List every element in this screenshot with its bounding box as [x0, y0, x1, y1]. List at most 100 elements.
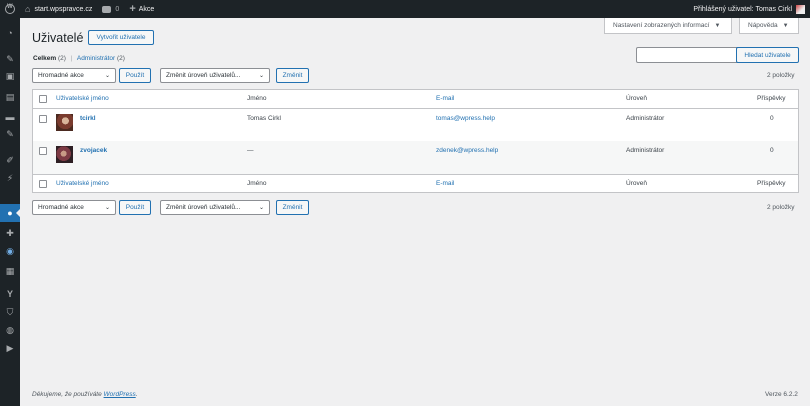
add-new-user-button[interactable]: Vytvořit uživatele — [88, 30, 154, 45]
user-avatar — [56, 114, 73, 131]
user-role: Administrátor — [626, 115, 665, 122]
plugins-icon[interactable]: ⚡ — [4, 172, 16, 184]
screen-options-tab[interactable]: Nastavení zobrazených informací ▼ — [604, 18, 732, 34]
appearance-icon[interactable]: ✐ — [4, 154, 16, 166]
filter-admin-link[interactable]: Administrátor — [77, 55, 115, 62]
users-icon[interactable]: ● — [4, 207, 16, 219]
home-icon: ⌂ — [25, 4, 31, 14]
d-plugin-icon[interactable]: ◍ — [4, 324, 16, 336]
user-email-link[interactable]: zdenek@wpress.help — [436, 147, 498, 154]
account-avatar — [796, 4, 805, 14]
wp-logo-menu[interactable] — [0, 0, 20, 18]
caret-down-icon: ▼ — [782, 22, 789, 29]
comments-icon[interactable]: ▬ — [4, 111, 16, 123]
tools-icon[interactable]: ✚ — [4, 227, 16, 239]
bulk-action-label: Hromadné akce — [38, 72, 84, 79]
chevron-down-icon: ⌄ — [104, 205, 110, 211]
bulk-action-select-bottom[interactable]: Hromadné akce ⌄ — [32, 200, 116, 215]
help-tab[interactable]: Nápověda ▼ — [739, 18, 799, 34]
account-greeting: Přihlášený uživatel: Tomas Cirkl — [693, 5, 792, 13]
plus-icon: + — [129, 2, 136, 15]
user-role: Administrátor — [626, 147, 665, 154]
column-username-footer[interactable]: Uživatelské jméno — [56, 180, 109, 187]
posts-pin-icon[interactable]: ✎ — [4, 53, 16, 65]
footer-version: Verze 6.2.2 — [765, 391, 798, 398]
table-row: tcirkl Tomas Cirkl tomas@wpress.help Adm… — [33, 109, 798, 141]
pages-icon[interactable]: ▤ — [4, 91, 16, 103]
user-full-name: — — [247, 147, 254, 154]
new-content-label: Akce — [138, 5, 155, 13]
footer-thanks-prefix: Děkujeme, že používáte — [32, 391, 102, 398]
comments-link[interactable]: 0 — [97, 0, 124, 18]
shield-icon[interactable]: ⛉ — [4, 306, 16, 318]
select-all-checkbox-bottom[interactable] — [39, 180, 47, 188]
bulk-action-select-top[interactable]: Hromadné akce ⌄ — [32, 68, 116, 83]
column-email-footer[interactable]: E-mail — [436, 180, 454, 187]
new-content-menu[interactable]: + Akce — [124, 0, 159, 18]
my-account-menu[interactable]: Přihlášený uživatel: Tomas Cirkl — [688, 0, 810, 18]
select-all-checkbox[interactable] — [39, 95, 47, 103]
user-posts-count[interactable]: 0 — [770, 147, 774, 154]
dashboard-icon[interactable]: ◔ — [4, 27, 16, 39]
footer-thanks: Děkujeme, že používáte WordPress. — [32, 391, 138, 398]
site-name: start.wpspravce.cz — [34, 5, 93, 13]
filter-all-count: (2) — [57, 55, 66, 62]
column-username-header[interactable]: Uživatelské jméno — [56, 95, 109, 102]
wordpress-logo-icon — [5, 4, 15, 14]
wordpress-link[interactable]: WordPress — [104, 391, 136, 398]
row-checkbox[interactable] — [39, 115, 47, 123]
admin-sidebar: ◔ ✎ ▣ ▤ ▬ ✎ ✐ ⚡ ● ✚ ◉ ▦ Y ⛉ ◍ ▶ — [0, 18, 20, 406]
apply-button-bottom[interactable]: Použít — [119, 200, 151, 215]
comment-bubble-icon — [102, 5, 112, 13]
column-posts-header: Příspěvky — [757, 95, 786, 102]
settings-icon[interactable]: ◉ — [4, 245, 16, 257]
comments-count: 0 — [115, 5, 120, 13]
main-content: Nastavení zobrazených informací ▼ Nápově… — [20, 18, 810, 406]
user-posts-count[interactable]: 0 — [770, 115, 774, 122]
change-role-button-bottom[interactable]: Změnit — [276, 200, 309, 215]
column-role-footer: Úroveň — [626, 180, 647, 187]
site-name-link[interactable]: ⌂ start.wpspravce.cz — [20, 0, 97, 18]
chevron-down-icon: ⌄ — [258, 73, 264, 79]
change-role-select-top[interactable]: Změnit úroveň uživatelů... ⌄ — [160, 68, 270, 83]
play-icon[interactable]: ▶ — [4, 342, 16, 354]
filter-separator: | — [70, 55, 73, 62]
user-full-name: Tomas Cirkl — [247, 115, 281, 122]
apply-button-top[interactable]: Použít — [119, 68, 151, 83]
column-email-header[interactable]: E-mail — [436, 95, 454, 102]
user-avatar — [56, 146, 73, 163]
change-role-button-top[interactable]: Změnit — [276, 68, 309, 83]
chevron-down-icon: ⌄ — [104, 73, 110, 79]
screen-options-label: Nastavení zobrazených informací — [613, 22, 710, 29]
table-header-row: Uživatelské jméno Jméno E-mail Úroveň Př… — [33, 90, 798, 109]
footer-thanks-suffix: . — [135, 391, 138, 398]
role-filter-links: Celkem (2) | Administrátor (2) — [33, 55, 125, 62]
items-count-bottom: 2 položky — [767, 204, 795, 211]
row-checkbox[interactable] — [39, 147, 47, 155]
change-role-label: Změnit úroveň uživatelů... — [166, 72, 241, 79]
table-row: zvojacek — zdenek@wpress.help Administrá… — [33, 141, 798, 174]
change-role-label: Změnit úroveň uživatelů... — [166, 204, 241, 211]
caret-down-icon: ▼ — [714, 22, 721, 29]
media-icon[interactable]: ▣ — [4, 70, 16, 82]
column-name-footer: Jméno — [247, 180, 267, 187]
column-name-header: Jméno — [247, 95, 267, 102]
help-label: Nápověda — [748, 22, 778, 29]
username-link[interactable]: tcirkl — [80, 115, 96, 122]
column-role-header: Úroveň — [626, 95, 647, 102]
yoast-icon[interactable]: Y — [4, 288, 16, 300]
user-email-link[interactable]: tomas@wpress.help — [436, 115, 495, 122]
custom-pin-icon[interactable]: ✎ — [4, 128, 16, 140]
admin-bar: ⌂ start.wpspravce.cz 0 + Akce Přihlášený… — [0, 0, 810, 18]
column-posts-footer: Příspěvky — [757, 180, 786, 187]
change-role-select-bottom[interactable]: Změnit úroveň uživatelů... ⌄ — [160, 200, 270, 215]
page-title: Uživatelé — [32, 31, 84, 45]
username-link[interactable]: zvojacek — [80, 147, 107, 154]
table-footer-row: Uživatelské jméno Jméno E-mail Úroveň Př… — [33, 174, 798, 193]
search-users-button[interactable]: Hledat uživatele — [736, 47, 799, 63]
chevron-down-icon: ⌄ — [258, 205, 264, 211]
users-table: Uživatelské jméno Jméno E-mail Úroveň Př… — [32, 89, 799, 193]
table-icon[interactable]: ▦ — [4, 265, 16, 277]
filter-all-label[interactable]: Celkem — [33, 55, 56, 62]
items-count-top: 2 položky — [767, 72, 795, 79]
